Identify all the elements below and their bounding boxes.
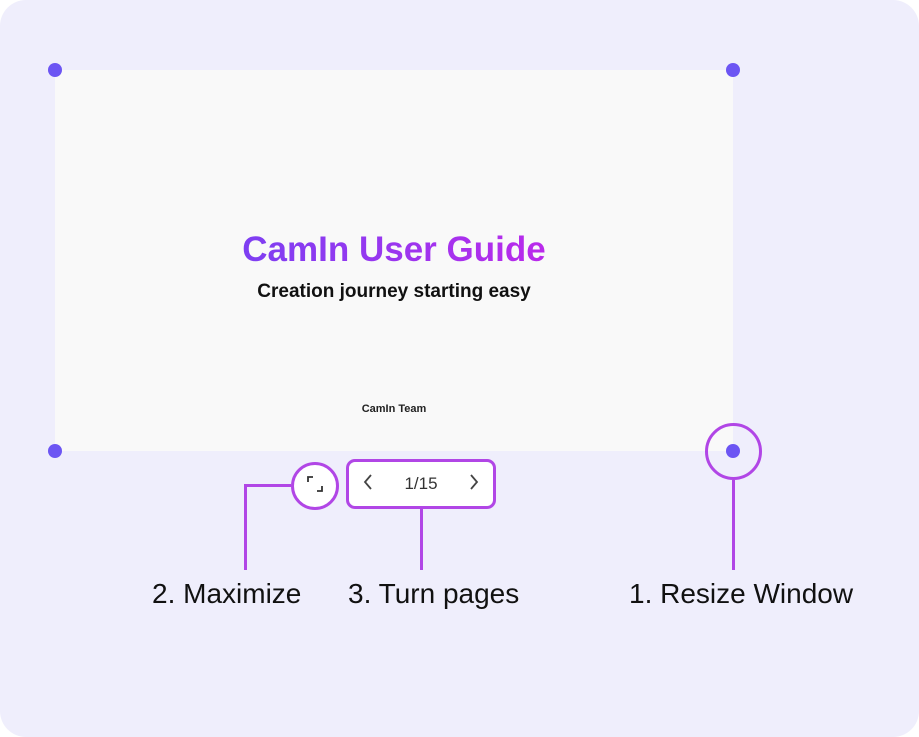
turn-pages-callout-label: 3. Turn pages — [348, 578, 520, 609]
resize-handle-top-right[interactable] — [726, 63, 740, 77]
resize-connector — [732, 480, 735, 570]
maximize-icon — [305, 474, 325, 499]
maximize-connector-h — [244, 484, 291, 487]
slide-subtitle: Creation journey starting easy — [257, 281, 531, 302]
resize-window-callout-label: 1. Resize Window — [629, 578, 854, 609]
chevron-left-icon — [362, 473, 374, 496]
pager-connector — [420, 509, 423, 570]
resize-handle-top-left[interactable] — [48, 63, 62, 77]
page-navigator: 1/15 — [349, 462, 493, 506]
resize-handle-bottom-left[interactable] — [48, 444, 62, 458]
slide-title: CamIn User Guide — [55, 230, 733, 270]
next-page-button[interactable] — [465, 472, 483, 496]
resize-highlight-ring — [705, 423, 762, 480]
page-indicator: 1/15 — [404, 474, 438, 493]
guide-card: CamIn User Guide Creation journey starti… — [0, 0, 919, 737]
maximize-callout-label: 2. Maximize — [152, 578, 302, 609]
slide-author: CamIn Team — [361, 403, 427, 415]
maximize-connector-v — [244, 484, 247, 570]
chevron-right-icon — [468, 473, 480, 496]
prev-page-button[interactable] — [359, 472, 377, 496]
maximize-button[interactable] — [291, 462, 339, 510]
slide-preview-window: CamIn User Guide Creation journey starti… — [55, 70, 733, 451]
